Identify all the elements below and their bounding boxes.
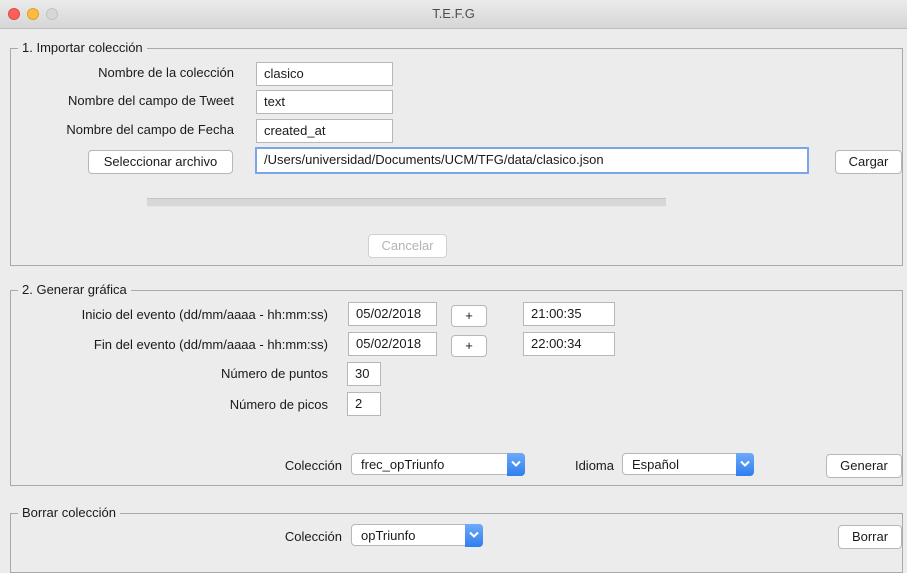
collection-name-label: Nombre de la colección — [98, 65, 234, 80]
import-collection-legend: 1. Importar colección — [18, 40, 147, 56]
event-start-time-input[interactable]: 21:00:35 — [523, 302, 615, 326]
chevron-down-icon[interactable] — [507, 453, 525, 476]
tweet-field-input[interactable]: text — [256, 90, 393, 114]
tweet-field-label: Nombre del campo de Tweet — [68, 93, 234, 108]
event-start-date-input[interactable]: 05/02/2018 — [348, 302, 437, 326]
event-start-plus-button[interactable]: + — [451, 305, 487, 327]
date-field-label: Nombre del campo de Fecha — [66, 122, 234, 137]
date-field-input[interactable]: created_at — [256, 119, 393, 143]
language-selected: Español — [632, 457, 679, 472]
collection-name-input[interactable]: clasico — [256, 62, 393, 86]
language-select[interactable]: Español — [622, 453, 754, 476]
load-button[interactable]: Cargar — [835, 150, 902, 174]
event-end-time-input[interactable]: 22:00:34 — [523, 332, 615, 356]
select-file-button[interactable]: Seleccionar archivo — [88, 150, 233, 174]
delete-collection-label: Colección — [284, 529, 342, 544]
graph-collection-label: Colección — [284, 458, 342, 473]
delete-collection-legend: Borrar colección — [18, 505, 120, 521]
points-label: Número de puntos — [221, 366, 328, 381]
graph-collection-select[interactable]: frec_opTriunfo — [351, 453, 525, 476]
cancel-button[interactable]: Cancelar — [368, 234, 447, 258]
event-start-label: Inicio del evento (dd/mm/aaaa - hh:mm:ss… — [81, 307, 328, 322]
chevron-down-icon[interactable] — [465, 524, 483, 547]
language-label: Idioma — [574, 458, 614, 473]
graph-collection-selected: frec_opTriunfo — [361, 457, 445, 472]
file-path-input[interactable]: /Users/universidad/Documents/UCM/TFG/dat… — [255, 147, 809, 174]
event-end-label: Fin del evento (dd/mm/aaaa - hh:mm:ss) — [93, 337, 328, 352]
window-title: T.E.F.G — [432, 6, 475, 21]
event-end-plus-button[interactable]: + — [451, 335, 487, 357]
peaks-label: Número de picos — [229, 397, 328, 412]
delete-collection-select[interactable]: opTriunfo — [351, 524, 483, 547]
peaks-input[interactable]: 2 — [347, 392, 381, 416]
generate-graph-legend: 2. Generar gráfica — [18, 282, 131, 298]
delete-button[interactable]: Borrar — [838, 525, 902, 549]
import-progress-bar — [147, 198, 666, 207]
delete-collection-selected: opTriunfo — [361, 528, 416, 543]
points-input[interactable]: 30 — [347, 362, 381, 386]
generate-button[interactable]: Generar — [826, 454, 902, 478]
chevron-down-icon[interactable] — [736, 453, 754, 476]
event-end-date-input[interactable]: 05/02/2018 — [348, 332, 437, 356]
